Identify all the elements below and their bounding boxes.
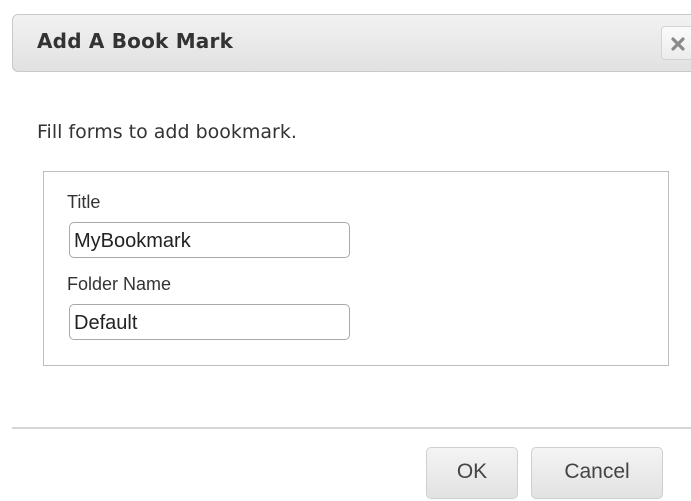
add-bookmark-dialog: Add A Book Mark Fill forms to add bookma… xyxy=(0,0,691,501)
close-button[interactable] xyxy=(661,26,691,60)
folder-name-label: Folder Name xyxy=(67,274,172,294)
bookmark-form: Title Folder Name xyxy=(43,171,669,366)
close-icon xyxy=(671,37,685,51)
instructions-text: Fill forms to add bookmark. xyxy=(37,121,297,143)
dialog-title: Add A Book Mark xyxy=(37,29,234,53)
ok-button[interactable]: OK xyxy=(426,447,518,499)
folder-name-input[interactable] xyxy=(69,304,350,340)
cancel-button[interactable]: Cancel xyxy=(531,447,663,499)
footer-divider xyxy=(12,427,691,429)
title-input[interactable] xyxy=(69,222,350,258)
dialog-titlebar: Add A Book Mark xyxy=(12,14,691,72)
title-label: Title xyxy=(67,192,101,212)
